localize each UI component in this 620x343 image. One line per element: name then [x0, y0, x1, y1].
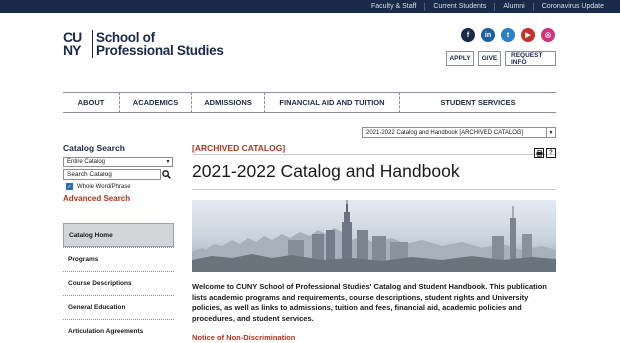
whole-word-label: Whole Word/Phrase	[77, 183, 131, 190]
twitter-icon[interactable]: t	[501, 28, 515, 42]
menu-item-general-education[interactable]: General Education	[63, 295, 174, 319]
alumni-link[interactable]: Alumni	[494, 2, 532, 11]
search-icon[interactable]	[161, 169, 172, 180]
chevron-down-icon: ▼	[165, 159, 171, 165]
main-nav: ABOUT ACADEMICS ADMISSIONS FINANCIAL AID…	[63, 92, 556, 113]
request-info-button[interactable]: REQUEST INFO	[505, 51, 556, 66]
advanced-search-link[interactable]: Advanced Search	[63, 194, 175, 203]
utility-bar: Faculty & Staff Current Students Alumni …	[0, 0, 620, 13]
page-tools: ?	[534, 148, 556, 158]
non-discrimination-link[interactable]: Notice of Non-Discrimination	[192, 333, 295, 342]
nav-financial-aid[interactable]: FINANCIAL AID AND TUITION	[264, 92, 399, 113]
utility-links: Faculty & Staff Current Students Alumni …	[363, 0, 612, 13]
catalog-search-title: Catalog Search	[63, 143, 125, 153]
search-scope-value: Entire Catalog	[67, 159, 106, 165]
facebook-icon[interactable]: f	[461, 28, 475, 42]
page-title: 2021-2022 Catalog and Handbook	[192, 161, 460, 181]
nav-about[interactable]: ABOUT	[63, 92, 119, 113]
linkedin-icon[interactable]: in	[481, 28, 495, 42]
cuny-logo-mark: CU NY	[63, 29, 82, 58]
site-logo[interactable]: CU NY School of Professional Studies	[63, 29, 224, 59]
faculty-staff-link[interactable]: Faculty & Staff	[363, 3, 424, 11]
whole-word-option: ✓ Whole Word/Phrase	[63, 183, 175, 190]
catalog-select[interactable]: 2021-2022 Catalog and Handbook [ARCHIVED…	[362, 127, 556, 138]
nav-student-services[interactable]: STUDENT SERVICES	[399, 92, 556, 113]
nav-admissions[interactable]: ADMISSIONS	[191, 92, 264, 113]
header-actions: APPLY GIVE REQUEST INFO	[446, 51, 556, 66]
search-row: Search Catalog	[63, 169, 175, 180]
menu-item-catalog-home[interactable]: Catalog Home	[63, 223, 174, 247]
menu-item-articulation-agreements[interactable]: Articulation Agreements	[63, 319, 174, 343]
youtube-icon[interactable]: ▶	[521, 28, 535, 42]
divider	[192, 189, 556, 190]
logo-divider	[92, 30, 93, 58]
whole-word-checkbox[interactable]: ✓	[66, 183, 73, 190]
search-scope-select[interactable]: Entire Catalog ▼	[63, 157, 173, 167]
instagram-icon[interactable]: ◎	[541, 28, 555, 42]
menu-item-programs[interactable]: Programs	[63, 247, 174, 271]
main-content: [ARCHIVED CATALOG] ? 2021-2022 Catalog a…	[192, 143, 556, 190]
catalog-search-panel: Catalog Search Entire Catalog ▼ Search C…	[63, 143, 175, 203]
skyline-hero-image	[192, 200, 556, 272]
menu-item-course-descriptions[interactable]: Course Descriptions	[63, 271, 174, 295]
divider	[192, 154, 556, 155]
nav-academics[interactable]: ACADEMICS	[119, 92, 191, 113]
logo-text: School of Professional Studies	[96, 29, 224, 58]
intro-paragraph: Welcome to CUNY School of Professional S…	[192, 282, 547, 323]
archived-catalog-label: [ARCHIVED CATALOG]	[192, 143, 286, 153]
social-icons: f in t ▶ ◎	[461, 28, 555, 42]
search-input[interactable]: Search Catalog	[63, 169, 161, 180]
give-button[interactable]: GIVE	[478, 51, 501, 66]
catalog-menu: Catalog Home Programs Course Description…	[63, 223, 174, 343]
current-students-link[interactable]: Current Students	[424, 2, 494, 11]
print-icon[interactable]	[534, 148, 544, 158]
coronavirus-update-link[interactable]: Coronavirus Update	[532, 2, 612, 11]
apply-button[interactable]: APPLY	[446, 51, 474, 66]
help-icon[interactable]: ?	[546, 148, 556, 158]
catalog-select-value: 2021-2022 Catalog and Handbook [ARCHIVED…	[366, 129, 524, 136]
chevron-down-icon: ▼	[546, 128, 555, 137]
